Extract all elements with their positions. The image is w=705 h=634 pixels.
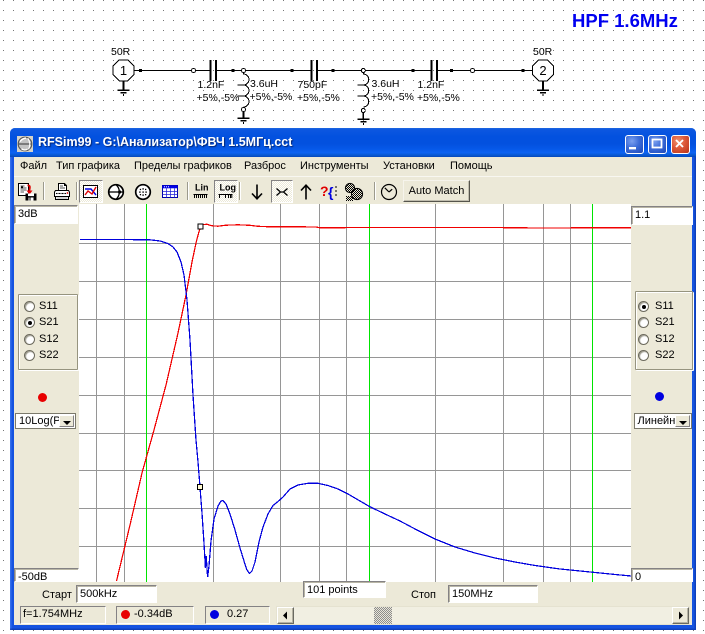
svg-text:+5%,-5%: +5%,-5%	[417, 92, 460, 104]
svg-text:Lin: Lin	[195, 183, 209, 193]
svg-text:50R: 50R	[533, 46, 553, 58]
svg-text:+5%,-5%: +5%,-5%	[250, 91, 293, 103]
svg-text:3.6uH: 3.6uH	[372, 78, 400, 90]
svg-text:+5%,-5%: +5%,-5%	[197, 92, 240, 104]
svg-text:3.6uH: 3.6uH	[250, 78, 278, 90]
svg-text:+5%,-5%: +5%,-5%	[371, 91, 414, 103]
svg-text:Log: Log	[220, 183, 237, 193]
svg-text:+5%,-5%: +5%,-5%	[297, 92, 340, 104]
svg-text:{: {	[328, 184, 334, 200]
svg-text:1: 1	[120, 63, 127, 78]
svg-text:2: 2	[539, 63, 546, 78]
svg-text:750pF: 750pF	[298, 79, 328, 91]
svg-text:50R: 50R	[111, 46, 131, 58]
svg-text:1.2nF: 1.2nF	[418, 79, 445, 91]
svg-text:1.2nF: 1.2nF	[198, 79, 225, 91]
